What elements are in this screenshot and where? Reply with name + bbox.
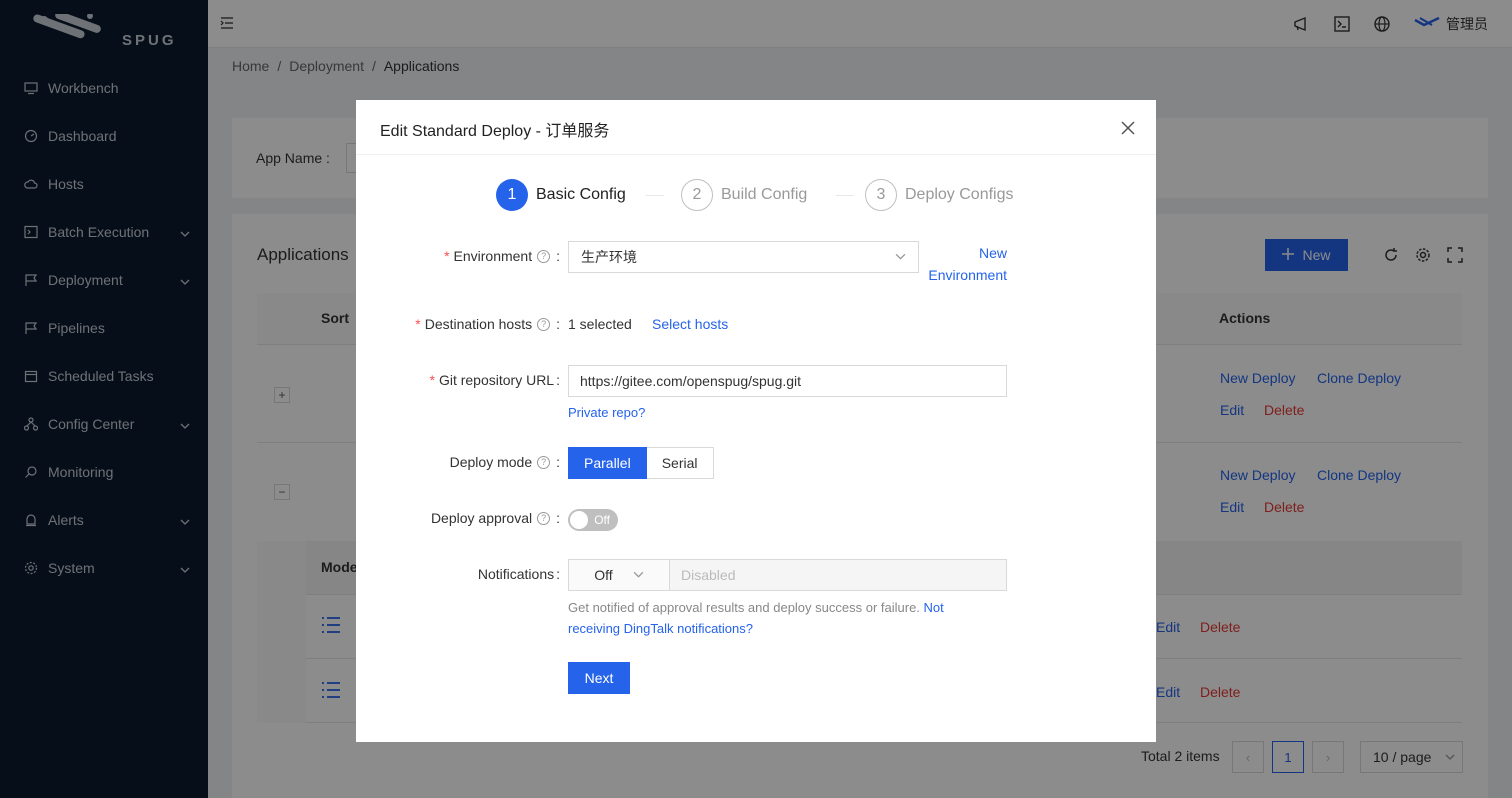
git-url-label: * Git repository URL:	[429, 372, 561, 388]
step-basic-config[interactable]: 1 Basic Config	[496, 179, 626, 211]
environment-label: * Environment?:	[444, 248, 560, 264]
question-icon[interactable]: ?	[537, 317, 551, 331]
notifications-select[interactable]: Off	[568, 559, 670, 591]
deploy-approval-label: Deploy approval?:	[430, 510, 560, 526]
git-url-input[interactable]: https://gitee.com/openspug/spug.git	[568, 365, 1007, 397]
environment-select[interactable]: 生产环境	[568, 241, 919, 273]
question-icon[interactable]: ?	[537, 455, 551, 469]
private-repo-link[interactable]: Private repo?	[568, 405, 645, 420]
modal-title: Edit Standard Deploy - 订单服务	[356, 100, 1156, 155]
deploy-approval-switch[interactable]: Off	[568, 509, 618, 531]
notifications-input: Disabled	[669, 559, 1007, 591]
deploy-mode-label: Deploy mode?:	[449, 454, 560, 470]
close-icon[interactable]	[1118, 118, 1138, 138]
question-icon[interactable]: ?	[537, 249, 551, 263]
step-build-config[interactable]: 2 Build Config	[681, 179, 807, 211]
edit-deploy-modal: Edit Standard Deploy - 订单服务 1 Basic Conf…	[356, 100, 1156, 742]
notifications-help: Get notified of approval results and dep…	[568, 600, 944, 636]
deploy-mode-parallel[interactable]: Parallel	[568, 447, 647, 479]
destination-hosts-label: * Destination hosts?:	[415, 316, 560, 332]
select-hosts-link[interactable]: Select hosts	[652, 316, 728, 332]
hosts-selected-count: 1 selected	[568, 316, 632, 332]
notifications-label: Notifications:	[477, 566, 560, 582]
step-deploy-configs[interactable]: 3 Deploy Configs	[865, 179, 1014, 211]
question-icon[interactable]: ?	[537, 511, 551, 525]
deploy-mode-radio: Parallel Serial	[568, 447, 714, 479]
next-button[interactable]: Next	[568, 662, 630, 694]
new-environment-link[interactable]: New Environment	[912, 242, 1007, 286]
steps: 1 Basic Config 2 Build Config 3 Deploy C…	[496, 179, 1016, 211]
deploy-mode-serial[interactable]: Serial	[646, 447, 714, 479]
chevron-down-icon	[633, 567, 644, 583]
chevron-down-icon	[895, 249, 906, 265]
